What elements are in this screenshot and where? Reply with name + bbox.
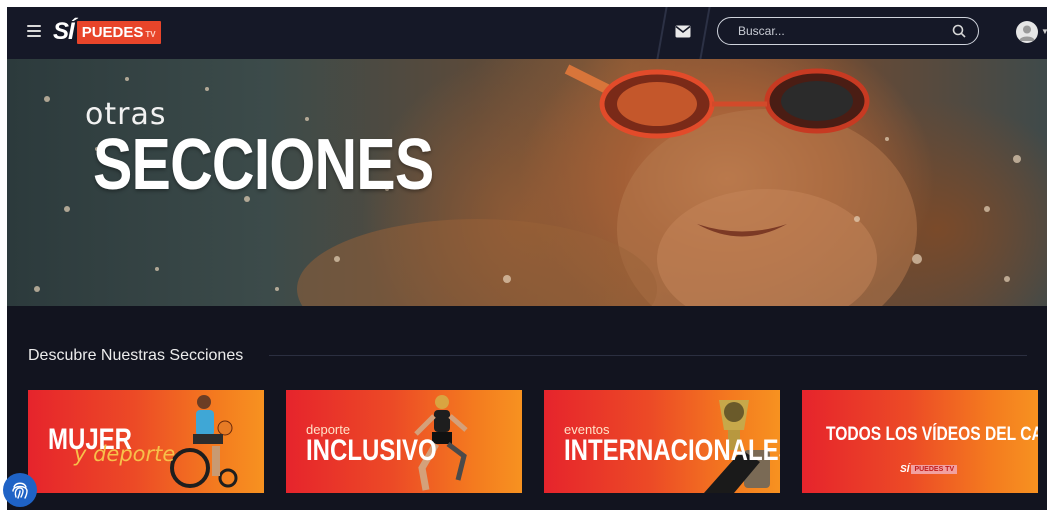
card-mujer-y-deporte[interactable]: MUJER y deporte <box>28 390 264 493</box>
header-divider <box>656 7 668 59</box>
search-icon[interactable] <box>952 24 966 38</box>
card-title: INCLUSIVO <box>306 434 437 467</box>
top-navbar: SÍ PUEDES TV ▼ <box>7 7 1047 59</box>
user-avatar-icon[interactable] <box>1016 21 1038 43</box>
search-box[interactable] <box>717 17 979 45</box>
header-divider <box>699 7 711 59</box>
card-logo-si: SÍ <box>900 464 910 475</box>
card-subtitle: y deporte <box>74 442 176 466</box>
hamburger-menu-icon[interactable] <box>27 25 41 37</box>
envelope-icon[interactable] <box>675 25 691 38</box>
card-todos-los-videos[interactable]: TODOS LOS VÍDEOS DEL CANAL SÍ PUEDES TV <box>802 390 1038 493</box>
card-logo: SÍ PUEDES TV <box>900 464 958 475</box>
page-frame: SÍ PUEDES TV ▼ <box>7 7 1047 510</box>
logo-puedes-box: PUEDES TV <box>76 20 161 44</box>
chevron-down-icon[interactable]: ▼ <box>1041 27 1047 36</box>
hero-banner: otras SECCIONES <box>7 59 1047 306</box>
section-title: Descubre Nuestras Secciones <box>28 347 244 364</box>
fingerprint-icon[interactable] <box>3 473 37 507</box>
card-deporte-inclusivo[interactable]: deporte INCLUSIVO <box>286 390 522 493</box>
card-title: TODOS LOS VÍDEOS DEL CANAL <box>826 424 1038 445</box>
logo-tv-text: TV <box>145 29 156 39</box>
card-title: INTERNACIONALES <box>564 434 780 467</box>
card-logo-box: PUEDES TV <box>911 465 958 474</box>
site-logo[interactable]: SÍ PUEDES TV <box>53 18 161 46</box>
hero-title: SECCIONES <box>93 125 434 205</box>
search-input[interactable] <box>736 23 952 39</box>
logo-puedes-text: PUEDES <box>81 23 144 41</box>
section-divider <box>269 355 1027 356</box>
card-eventos-internacionales[interactable]: eventos INTERNACIONALES <box>544 390 780 493</box>
logo-si-text: SÍ <box>53 18 75 45</box>
